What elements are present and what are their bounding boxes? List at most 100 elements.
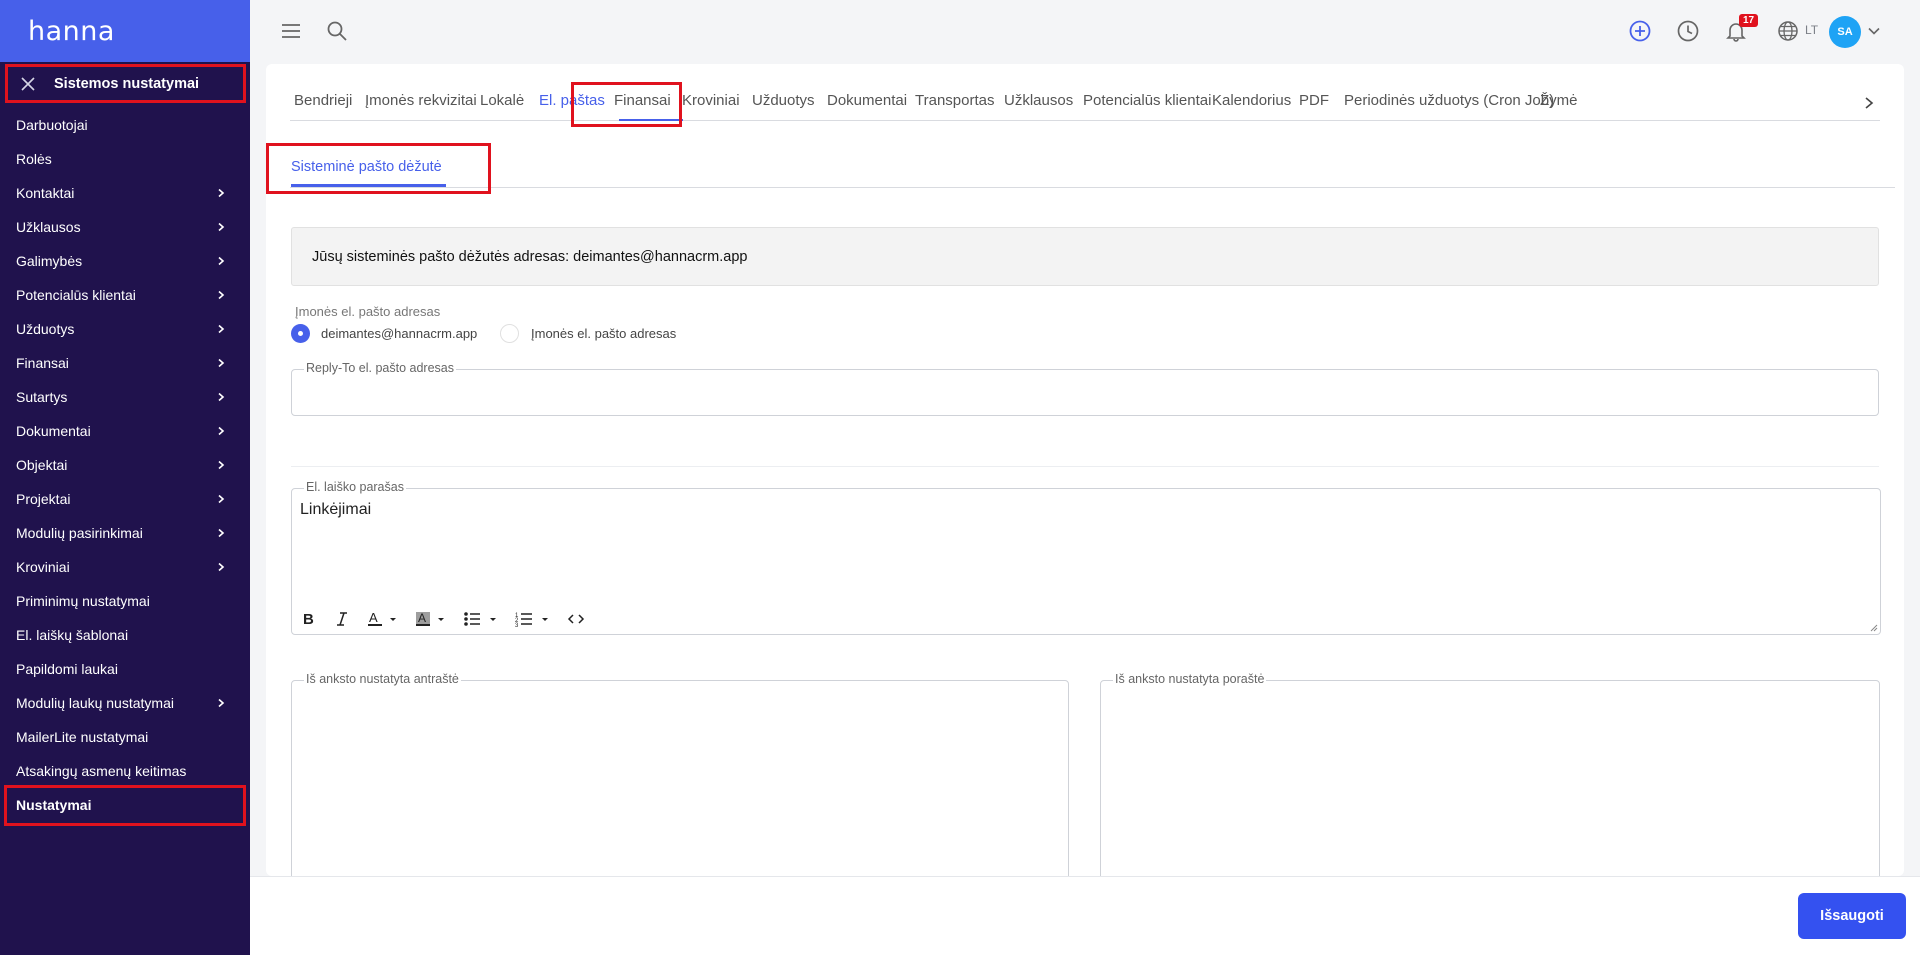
- tab-item[interactable]: Įmonės rekvizitai: [365, 92, 477, 109]
- tab-item[interactable]: Potencialūs klientai: [1083, 92, 1211, 109]
- sidebar-item[interactable]: Darbuotojai: [0, 108, 250, 142]
- tab-item[interactable]: Žymė: [1540, 92, 1578, 109]
- tab-item[interactable]: Kalendorius: [1212, 92, 1291, 109]
- tab-item[interactable]: Lokalė: [480, 92, 524, 109]
- reply-to-field: Reply-To el. pašto adresas: [291, 361, 1879, 416]
- section-divider: [291, 466, 1879, 467]
- sidebar-item-label: Objektai: [16, 457, 68, 473]
- sidebar-item[interactable]: Galimybės: [0, 244, 250, 278]
- sidebar-item-label: Dokumentai: [16, 423, 91, 439]
- sidebar-item[interactable]: Nustatymai: [0, 788, 250, 822]
- header-field: Iš anksto nustatyta antraštė: [291, 672, 1069, 876]
- bold-icon[interactable]: B: [298, 609, 318, 629]
- sidebar-item[interactable]: Dokumentai: [0, 414, 250, 448]
- sidebar-item[interactable]: MailerLite nustatymai: [0, 720, 250, 754]
- globe-icon[interactable]: [1777, 20, 1799, 42]
- sidebar-item[interactable]: Kroviniai: [0, 550, 250, 584]
- italic-icon[interactable]: [332, 609, 352, 629]
- sidebar-item[interactable]: Papildomi laukai: [0, 652, 250, 686]
- chevron-right-icon[interactable]: [1863, 96, 1875, 110]
- add-icon[interactable]: [1629, 20, 1651, 42]
- subtab-underline: [291, 184, 446, 187]
- sidebar-item[interactable]: Modulių laukų nustatymai: [0, 686, 250, 720]
- sidebar-item-label: Modulių laukų nustatymai: [16, 695, 174, 711]
- bullet-list-icon[interactable]: [462, 609, 500, 629]
- close-icon[interactable]: [20, 76, 36, 92]
- numbered-list-icon[interactable]: 123: [514, 609, 552, 629]
- sender-option-company[interactable]: Įmonės el. pašto adresas: [531, 326, 676, 341]
- chevron-right-icon: [218, 528, 225, 538]
- sidebar-item-label: El. laiškų šablonai: [16, 627, 129, 643]
- page-footer: Išsaugoti: [250, 876, 1920, 955]
- sidebar-item[interactable]: Rolės: [0, 142, 250, 176]
- chevron-right-icon: [218, 562, 225, 572]
- sidebar-item[interactable]: Užklausos: [0, 210, 250, 244]
- sidebar-item[interactable]: Kontaktai: [0, 176, 250, 210]
- language-label[interactable]: LT: [1805, 23, 1818, 37]
- sidebar-item[interactable]: Potencialūs klientai: [0, 278, 250, 312]
- font-color-icon[interactable]: A: [366, 609, 400, 629]
- sender-label: Įmonės el. pašto adresas: [295, 304, 441, 319]
- active-tab-underline: [619, 119, 683, 121]
- resize-grip-icon[interactable]: [1868, 622, 1878, 632]
- svg-text:3: 3: [515, 623, 519, 629]
- sidebar-item[interactable]: El. laiškų šablonai: [0, 618, 250, 652]
- sender-radio-company[interactable]: [500, 324, 519, 343]
- sidebar-item[interactable]: Objektai: [0, 448, 250, 482]
- sidebar-item-label: Rolės: [16, 151, 52, 167]
- tab-item[interactable]: PDF: [1299, 92, 1329, 109]
- topbar: [250, 0, 1920, 64]
- tab-item[interactable]: Periodinės užduotys (Cron Job): [1344, 92, 1554, 109]
- sidebar-header-title: Sistemos nustatymai: [54, 75, 200, 92]
- signature-field: El. laiško parašas Linkėjimai B A A 123: [291, 480, 1881, 635]
- chevron-right-icon: [218, 222, 225, 232]
- header-label: Iš anksto nustatyta antraštė: [304, 672, 461, 686]
- avatar[interactable]: SA: [1829, 16, 1861, 48]
- tab-item[interactable]: Užklausos: [1004, 92, 1073, 109]
- sidebar-item[interactable]: Modulių pasirinkimai: [0, 516, 250, 550]
- chevron-right-icon: [218, 290, 225, 300]
- sidebar-item[interactable]: Projektai: [0, 482, 250, 516]
- search-icon[interactable]: [326, 20, 348, 42]
- tab-item[interactable]: Dokumentai: [827, 92, 907, 109]
- clock-icon[interactable]: [1677, 20, 1699, 42]
- sidebar-item-label: Modulių pasirinkimai: [16, 525, 143, 541]
- sender-radio-system[interactable]: [291, 324, 310, 343]
- svg-text:A: A: [369, 610, 378, 625]
- sidebar-item-label: Priminimų nustatymai: [16, 593, 150, 609]
- chevron-right-icon: [218, 460, 225, 470]
- highlight-color-icon[interactable]: A: [414, 609, 448, 629]
- sidebar-item[interactable]: Sutartys: [0, 380, 250, 414]
- mailbox-info: Jūsų sisteminės pašto dėžutės adresas: d…: [291, 227, 1879, 286]
- subtab-divider: [290, 187, 1895, 188]
- sidebar-item[interactable]: Užduotys: [0, 312, 250, 346]
- reply-to-label: Reply-To el. pašto adresas: [304, 361, 456, 375]
- tab-item[interactable]: Bendrieji: [294, 92, 352, 109]
- tab-item[interactable]: Transportas: [915, 92, 994, 109]
- save-button[interactable]: Išsaugoti: [1798, 893, 1906, 939]
- chevron-right-icon: [218, 426, 225, 436]
- logo[interactable]: hanna: [28, 16, 115, 47]
- tab-system-mailbox[interactable]: Sisteminė pašto dėžutė: [291, 159, 442, 175]
- sidebar-item[interactable]: Finansai: [0, 346, 250, 380]
- tab-item[interactable]: Finansai: [614, 92, 671, 109]
- reply-to-input[interactable]: [292, 370, 1878, 415]
- tab-item[interactable]: Užduotys: [752, 92, 815, 109]
- sidebar-item[interactable]: Priminimų nustatymai: [0, 584, 250, 618]
- mailbox-info-text: Jūsų sisteminės pašto dėžutės adresas: d…: [312, 248, 748, 265]
- sidebar-item-label: Projektai: [16, 491, 71, 507]
- menu-icon[interactable]: [280, 20, 302, 42]
- chevron-right-icon: [218, 494, 225, 504]
- tab-item[interactable]: El. paštas: [539, 92, 605, 109]
- chevron-right-icon: [218, 256, 225, 266]
- sender-option-system[interactable]: deimantes@hannacrm.app: [321, 326, 477, 341]
- sidebar-item-label: Užduotys: [16, 321, 75, 337]
- chevron-down-icon[interactable]: [1867, 24, 1881, 38]
- sidebar-item-label: Atsakingų asmenų keitimas: [16, 763, 187, 779]
- chevron-right-icon: [218, 698, 225, 708]
- sidebar-item[interactable]: Atsakingų asmenų keitimas: [0, 754, 250, 788]
- chevron-right-icon: [218, 392, 225, 402]
- tab-item[interactable]: Kroviniai: [682, 92, 740, 109]
- signature-editor[interactable]: Linkėjimai: [300, 501, 371, 519]
- code-view-icon[interactable]: [566, 609, 586, 629]
